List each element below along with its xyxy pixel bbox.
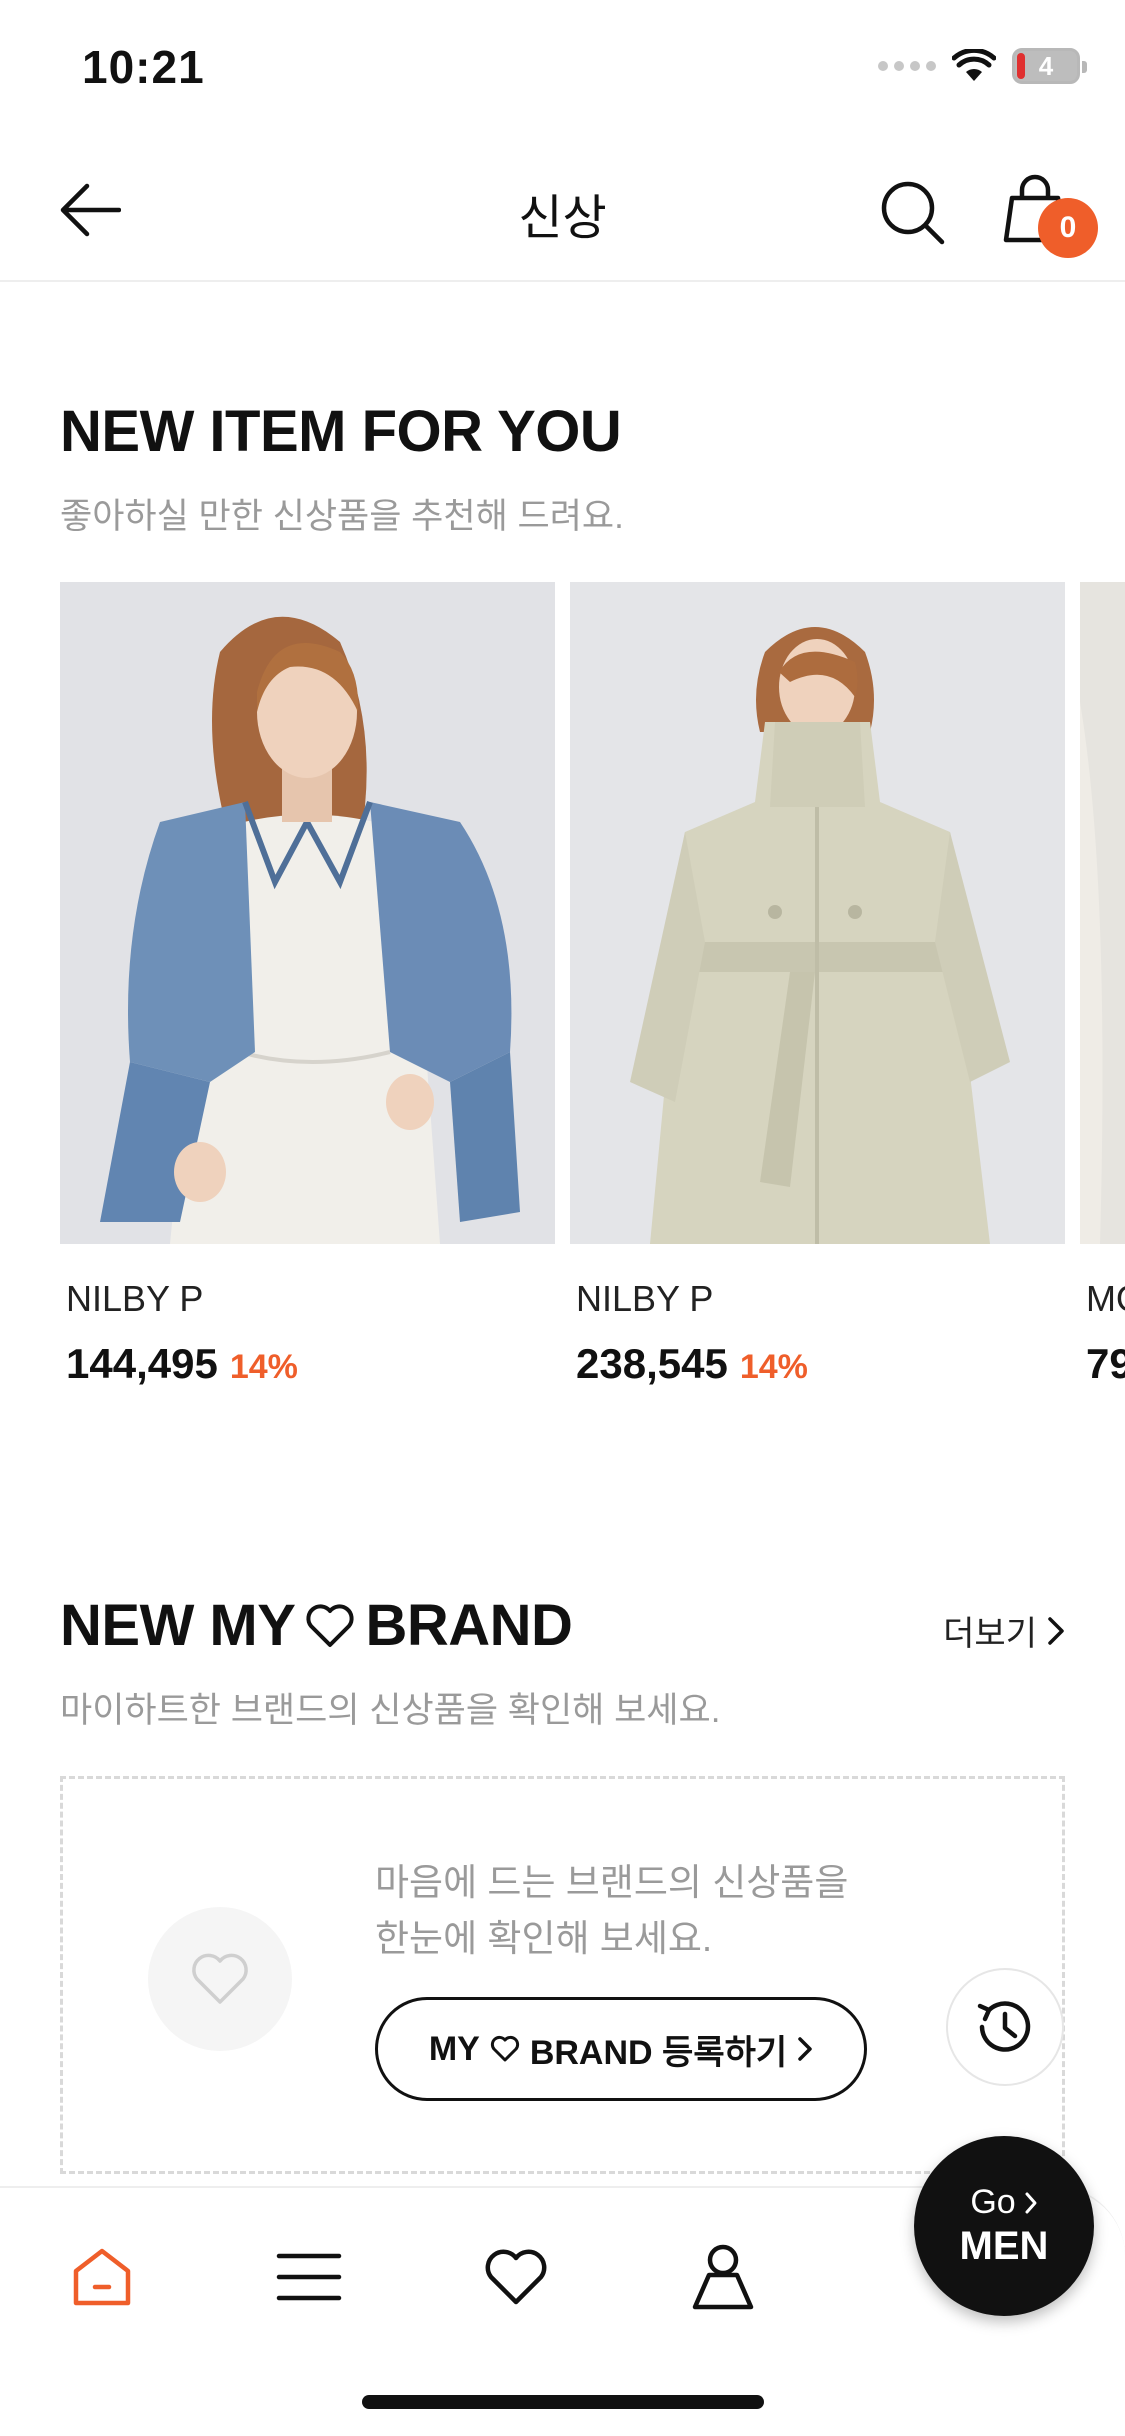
more-link-label: 더보기 (943, 1615, 1037, 1653)
register-my-brand-button[interactable]: MY BRAND 등록하기 (375, 1997, 867, 2101)
go-men-button[interactable]: Go MEN (914, 2136, 1094, 2316)
go-men-go-line: Go (970, 2183, 1037, 2222)
wifi-icon (952, 49, 996, 81)
my-brand-title-prefix: NEW MY (60, 1593, 296, 1658)
heart-icon (192, 1953, 248, 2004)
product-image[interactable] (570, 582, 1065, 1244)
my-brand-empty-state: 마음에 드는 브랜드의 신상품을 한눈에 확인해 보세요. MY BRAND 등… (60, 1776, 1065, 2174)
my-brand-section-subtitle: 마이하트한 브랜드의 신상품을 확인해 보세요. (60, 1691, 721, 1730)
new-item-section-subtitle: 좋아하실 만한 신상품을 추천해 드려요. (60, 497, 624, 536)
status-bar: 10:21 4 (0, 0, 1125, 140)
product-card[interactable]: MO 79 (1080, 582, 1125, 1388)
new-item-section-title: NEW ITEM FOR YOU (60, 399, 622, 464)
product-brand: MO (1086, 1278, 1125, 1319)
empty-message-line2: 한눈에 확인해 보세요. (375, 1918, 713, 1959)
empty-message: 마음에 드는 브랜드의 신상품을 한눈에 확인해 보세요. (375, 1855, 895, 1967)
cart-button[interactable]: 0 (990, 166, 1100, 266)
product-discount: 14% (739, 1348, 808, 1386)
cart-count-badge: 0 (1038, 198, 1098, 258)
battery-level: 4 (1038, 50, 1054, 81)
price-row: 79 (1086, 1340, 1125, 1388)
history-icon (977, 2001, 1031, 2052)
product-card[interactable]: NILBY P 238,545 14% (570, 582, 1065, 1388)
top-header: 신상 0 (0, 140, 1125, 282)
product-brand: NILBY P (576, 1278, 714, 1319)
person-icon (692, 2244, 754, 2310)
heart-outline-icon (490, 2035, 519, 2062)
product-carousel[interactable]: NILBY P 144,495 14% NILBY P 238,545 14% … (60, 582, 1125, 1402)
price-row: 238,545 14% (576, 1340, 1065, 1388)
chevron-right-icon (1025, 2192, 1037, 2213)
product-price: 79 (1086, 1340, 1125, 1387)
register-button-prefix: MY (428, 2029, 480, 2068)
go-men-go-label: Go (970, 2183, 1016, 2221)
more-link[interactable]: 더보기 (943, 1606, 1065, 1655)
empty-message-line1: 마음에 드는 브랜드의 신상품을 (375, 1862, 849, 1903)
product-brand: NILBY P (66, 1278, 204, 1319)
home-icon (73, 2248, 131, 2306)
search-button[interactable] (870, 170, 956, 256)
price-row: 144,495 14% (66, 1340, 555, 1388)
nav-my-page[interactable] (678, 2232, 768, 2322)
go-men-men-label: MEN (959, 2224, 1049, 2268)
my-brand-section-title: NEW MY BRAND (60, 1592, 573, 1659)
product-price: 238,545 (576, 1340, 728, 1387)
my-brand-title-suffix: BRAND (365, 1593, 573, 1658)
home-indicator (362, 2395, 764, 2409)
recent-history-button[interactable] (946, 1968, 1064, 2086)
battery-indicator: 4 (1012, 48, 1087, 84)
empty-heart-badge (148, 1907, 292, 2051)
signal-icon (878, 61, 936, 71)
status-time: 10:21 (82, 41, 205, 93)
product-card[interactable]: NILBY P 144,495 14% (60, 582, 555, 1388)
page-title: 신상 (518, 192, 607, 245)
product-image[interactable] (1080, 582, 1125, 1244)
heart-icon (485, 2249, 547, 2305)
search-icon (881, 181, 945, 245)
product-image[interactable] (60, 582, 555, 1244)
product-discount: 14% (229, 1348, 298, 1386)
product-price: 144,495 (66, 1340, 218, 1387)
nav-menu[interactable] (264, 2232, 354, 2322)
chevron-right-icon (1048, 1616, 1064, 1645)
nav-home[interactable] (57, 2232, 147, 2322)
register-button-suffix: BRAND 등록하기 (529, 2033, 788, 2072)
menu-icon (276, 2253, 342, 2301)
status-icons: 4 (878, 48, 1087, 84)
nav-favorites[interactable] (471, 2232, 561, 2322)
heart-outline-icon (306, 1603, 355, 1647)
chevron-right-icon (798, 2037, 812, 2061)
